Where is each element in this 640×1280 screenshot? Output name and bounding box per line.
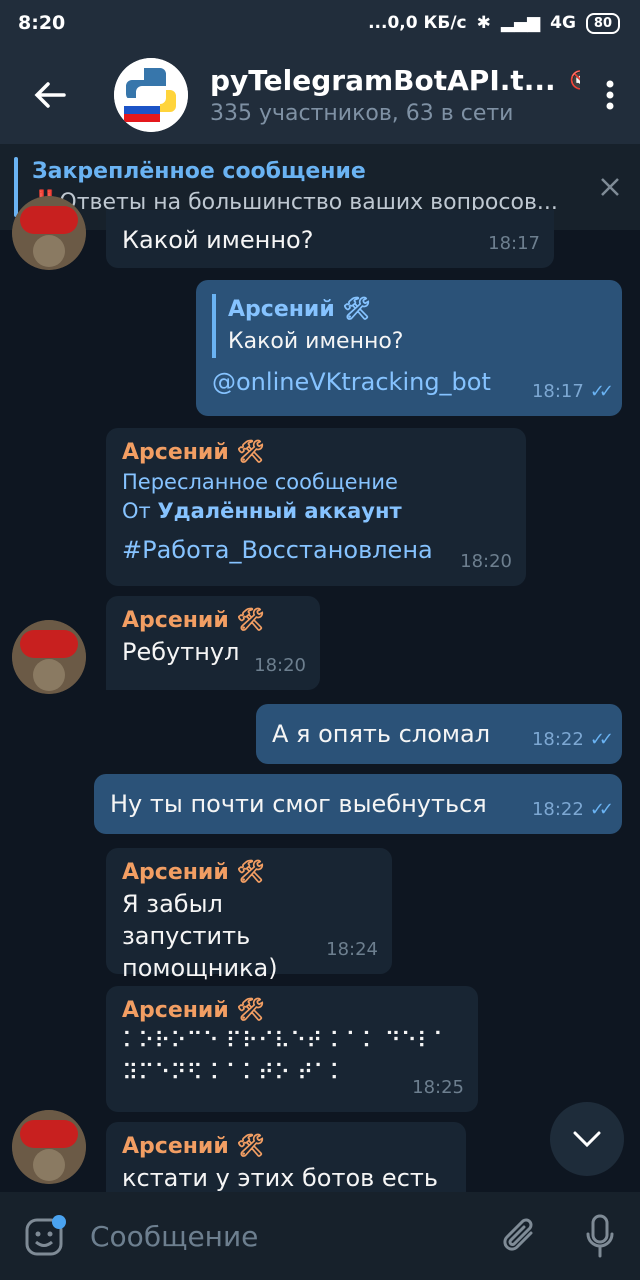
network-speed: ...0,0 КБ/с xyxy=(368,13,467,33)
message-time: 18:17 ✓✓ xyxy=(532,376,614,408)
message-time: 18:24 xyxy=(326,939,378,960)
sender-name[interactable]: Арсений 🛠 xyxy=(122,858,376,888)
message-time: 18:22 ✓✓ xyxy=(532,724,614,756)
message-bubble[interactable]: Арсений 🛠 Какой именно? @onlineVKtrackin… xyxy=(196,280,622,416)
paperclip-icon xyxy=(503,1218,533,1251)
message-input[interactable] xyxy=(90,1219,480,1253)
sender-name[interactable]: Арсений 🛠 xyxy=(122,438,510,468)
signal-icon: ▂▄▆ xyxy=(500,13,541,33)
message-time: 18:20 xyxy=(460,551,512,572)
message-bubble[interactable]: Какой именно? 18:17 xyxy=(106,210,554,268)
chat-title-text: pyTelegramBotAPI.t... xyxy=(210,64,556,97)
message-bubble[interactable]: Арсений 🛠 кстати у этих ботов есть xyxy=(106,1122,466,1192)
scroll-down-button[interactable] xyxy=(550,1102,624,1176)
kebab-menu-icon xyxy=(606,80,614,110)
double-check-icon: ✓✓ xyxy=(589,729,614,750)
more-menu-button[interactable] xyxy=(580,46,640,144)
group-avatar[interactable] xyxy=(114,58,188,132)
forwarded-from[interactable]: От Удалённый аккаунт xyxy=(122,497,510,526)
network-type: 4G xyxy=(550,13,576,33)
sender-name[interactable]: Арсений 🛠 xyxy=(122,1132,450,1162)
message-bubble[interactable]: Арсений 🛠 ⠅⠕⠗⠕⠉⠑ ⠏⠗⠊⠧⠑⠞ ⠅⠁⠅ ⠙⠑⠇⠁ ⠽⠍⠑⠝⠫ ⠅… xyxy=(106,986,478,1112)
status-icons: ...0,0 КБ/с ✱ ▂▄▆ 4G 80 xyxy=(368,12,620,34)
close-pinned-button[interactable] xyxy=(580,170,640,205)
microphone-icon xyxy=(586,1214,614,1258)
status-time: 8:20 xyxy=(18,12,66,34)
reply-text: Какой именно? xyxy=(228,329,404,354)
message-time: 18:20 xyxy=(254,655,306,676)
avatar[interactable] xyxy=(12,620,86,694)
message-text: кстати у этих ботов есть xyxy=(122,1164,439,1192)
pinned-title: Закреплённое сообщение xyxy=(32,159,366,184)
voice-record-button[interactable] xyxy=(560,1192,640,1280)
reply-sender: Арсений 🛠 xyxy=(228,297,371,322)
braille-line-1: ⠅⠕⠗⠕⠉⠑ ⠏⠗⠊⠧⠑⠞ ⠅⠁⠅ ⠙⠑⠇⠁ xyxy=(122,1029,450,1054)
message-bubble[interactable]: Арсений 🛠 Я забыл запустить помощника) 1… xyxy=(106,848,392,982)
message-bubble[interactable]: А я опять сломал 18:22 ✓✓ xyxy=(256,704,622,764)
message-text: Я забыл запустить помощника) xyxy=(122,890,278,982)
message-bubble[interactable]: Арсений 🛠 Пересланное сообщение От Удалё… xyxy=(106,428,526,586)
message-time: 18:17 xyxy=(488,233,540,254)
chat-title-area[interactable]: pyTelegramBotAPI.t... 🔇 335 участников, … xyxy=(210,64,580,126)
avatar[interactable] xyxy=(12,1110,86,1184)
sender-name[interactable]: Арсений 🛠 xyxy=(122,996,462,1026)
message-input-bar xyxy=(0,1192,640,1280)
emoji-sticker-button[interactable] xyxy=(0,1192,90,1280)
double-check-icon: ✓✓ xyxy=(589,799,614,820)
double-check-icon: ✓✓ xyxy=(589,381,614,402)
chat-header: pyTelegramBotAPI.t... 🔇 335 участников, … xyxy=(0,46,640,144)
hashtag-link[interactable]: #Работа_Восстановлена xyxy=(122,534,510,566)
pinned-accent-bar xyxy=(14,157,18,217)
message-bubble[interactable]: Арсений 🛠 Ребутнул 18:20 xyxy=(106,596,320,690)
message-time: 18:22 ✓✓ xyxy=(532,794,614,826)
sender-name[interactable]: Арсений 🛠 xyxy=(122,606,304,636)
avatar[interactable] xyxy=(12,196,86,270)
close-icon xyxy=(601,177,619,196)
python-flag-icon xyxy=(114,58,188,132)
battery-icon: 80 xyxy=(585,12,620,34)
status-bar: 8:20 ...0,0 КБ/с ✱ ▂▄▆ 4G 80 xyxy=(0,0,640,46)
mute-icon: 🔇 xyxy=(570,70,580,91)
chevron-down-icon xyxy=(573,1131,601,1148)
chat-subtitle: 335 участников, 63 в сети xyxy=(210,101,514,126)
chat-title: pyTelegramBotAPI.t... 🔇 xyxy=(210,64,580,97)
attach-button[interactable] xyxy=(480,1192,560,1280)
forwarded-label: Пересланное сообщение xyxy=(122,470,398,494)
pinned-text-block: Закреплённое сообщение ‼️Ответы на больш… xyxy=(32,159,580,215)
message-text: Какой именно? xyxy=(122,226,314,254)
message-bubble[interactable]: Ну ты почти смог выебнуться 18:22 ✓✓ xyxy=(94,774,622,834)
message-time: 18:25 xyxy=(412,1077,464,1098)
back-button[interactable] xyxy=(0,46,100,144)
sticker-icon xyxy=(25,1215,66,1256)
reply-quote[interactable]: Арсений 🛠 Какой именно? xyxy=(212,294,606,358)
back-arrow-icon xyxy=(34,82,66,108)
braille-line-2: ⠽⠍⠑⠝⠫ ⠅⠁⠅⠞⠕ ⠞⠁⠅ xyxy=(122,1061,346,1086)
bluetooth-icon: ✱ xyxy=(476,13,491,33)
